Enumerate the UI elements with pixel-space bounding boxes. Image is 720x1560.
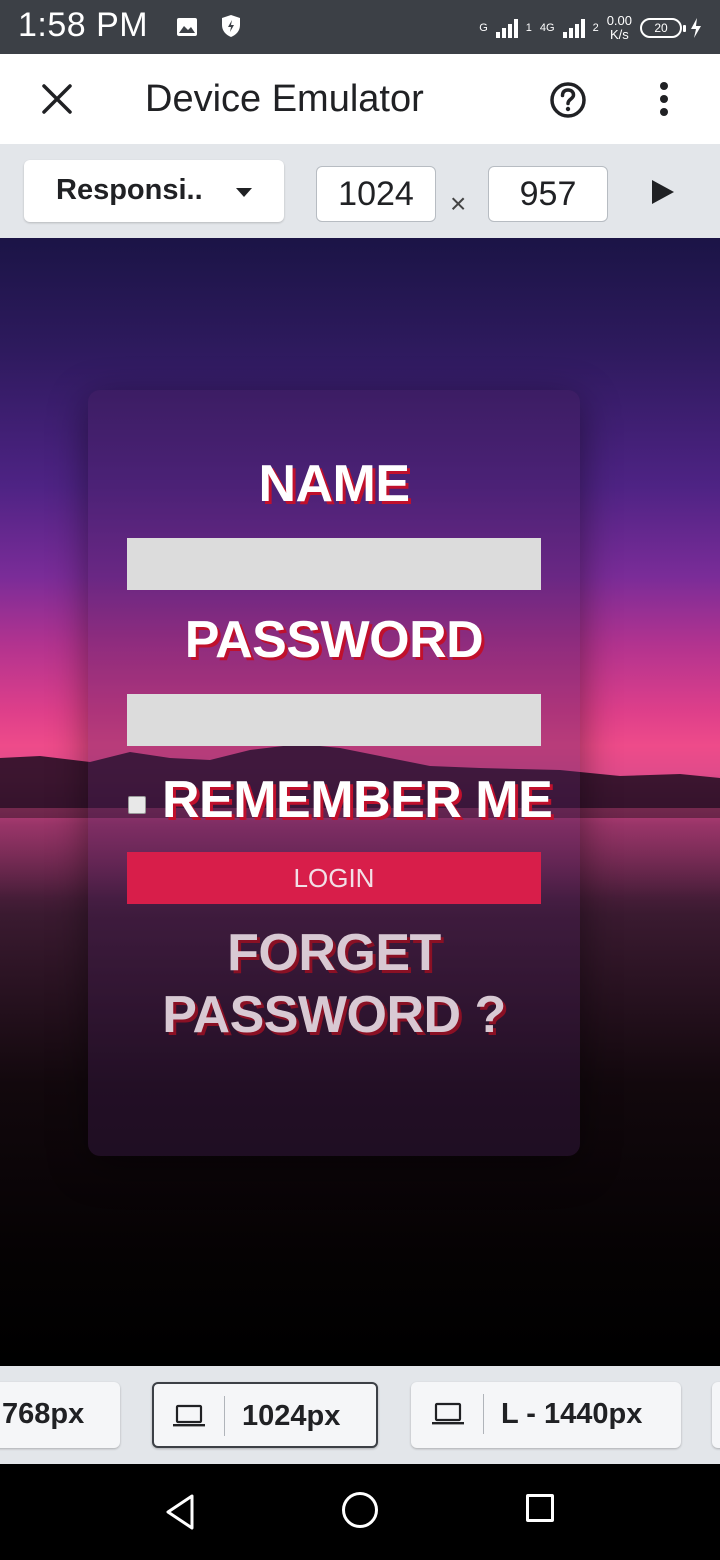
breakpoint-next[interactable] [712,1382,720,1448]
breakpoint-1440[interactable]: L - 1440px [411,1382,681,1448]
app-bar: Device Emulator [0,54,720,144]
width-input[interactable]: 1024 [316,166,436,222]
login-card: NAME PASSWORD REMEMBER ME LOGIN FORGET P… [88,390,580,1156]
home-icon[interactable] [342,1492,378,1528]
device-select-label: Responsi.. [56,174,203,206]
times-icon: × [450,188,467,219]
name-label: NAME [258,455,410,513]
login-button[interactable]: LOGIN [127,852,541,904]
emulator-toolbar: Responsi.. 1024 × 957 [0,144,720,238]
breakpoint-bar: 768px 1024px L - 1440px [0,1366,720,1464]
more-vert-icon[interactable] [650,80,678,120]
name-input[interactable] [127,538,541,590]
network-speed: 0.00 K/s [607,14,632,42]
signal-icon [562,18,585,38]
laptop-icon [432,1402,464,1425]
sim2-label: 2 [592,21,599,34]
shield-icon [222,15,240,37]
lte-label: 4G [539,21,555,34]
recents-icon[interactable] [526,1494,554,1522]
breakpoint-label: L - 1440px [501,1398,643,1430]
remember-checkbox[interactable] [128,796,146,814]
network-type: G [479,21,488,34]
play-icon[interactable] [652,180,674,204]
breakpoint-label: 1024px [242,1400,341,1432]
battery-level: 20 [654,21,668,35]
back-icon[interactable] [162,1492,202,1532]
breakpoint-768[interactable]: 768px [0,1382,120,1448]
page-title: Device Emulator [145,78,424,120]
charging-icon [691,18,701,38]
signal-icon [495,18,518,38]
speed-value: 0.00 [606,13,632,28]
emulated-viewport: NAME PASSWORD REMEMBER ME LOGIN FORGET P… [0,238,720,1366]
chip-divider [224,1396,225,1436]
device-select[interactable]: Responsi.. [24,160,284,222]
status-right-group: G 1 4G 2 0.00 K/s 20 [479,8,702,48]
remember-row: REMEMBER ME [128,766,568,829]
sim1-label: 1 [525,21,532,34]
status-bar: 1:58 PM G 1 4G 2 0.00 K/s 20 [0,0,720,54]
status-time: 1:58 PM [18,6,149,44]
remember-label: REMEMBER ME [162,771,553,829]
forget-password-link[interactable]: FORGET PASSWORD ? [88,922,580,1046]
dropdown-caret-icon [236,188,252,197]
breakpoint-label: 768px [2,1398,85,1430]
password-input[interactable] [127,694,541,746]
forget-line-1: FORGET [227,924,441,982]
system-nav-bar [0,1464,720,1560]
laptop-icon [173,1404,205,1427]
close-icon[interactable] [36,78,78,120]
forget-line-2: PASSWORD ? [162,986,506,1044]
chip-divider [483,1394,484,1434]
speed-unit: K/s [609,27,629,42]
height-input[interactable]: 957 [488,166,608,222]
breakpoint-1024[interactable]: 1024px [152,1382,378,1448]
battery-icon: 20 [640,18,686,38]
gallery-icon [177,18,197,36]
help-icon[interactable] [548,80,588,120]
password-label: PASSWORD [184,611,484,669]
